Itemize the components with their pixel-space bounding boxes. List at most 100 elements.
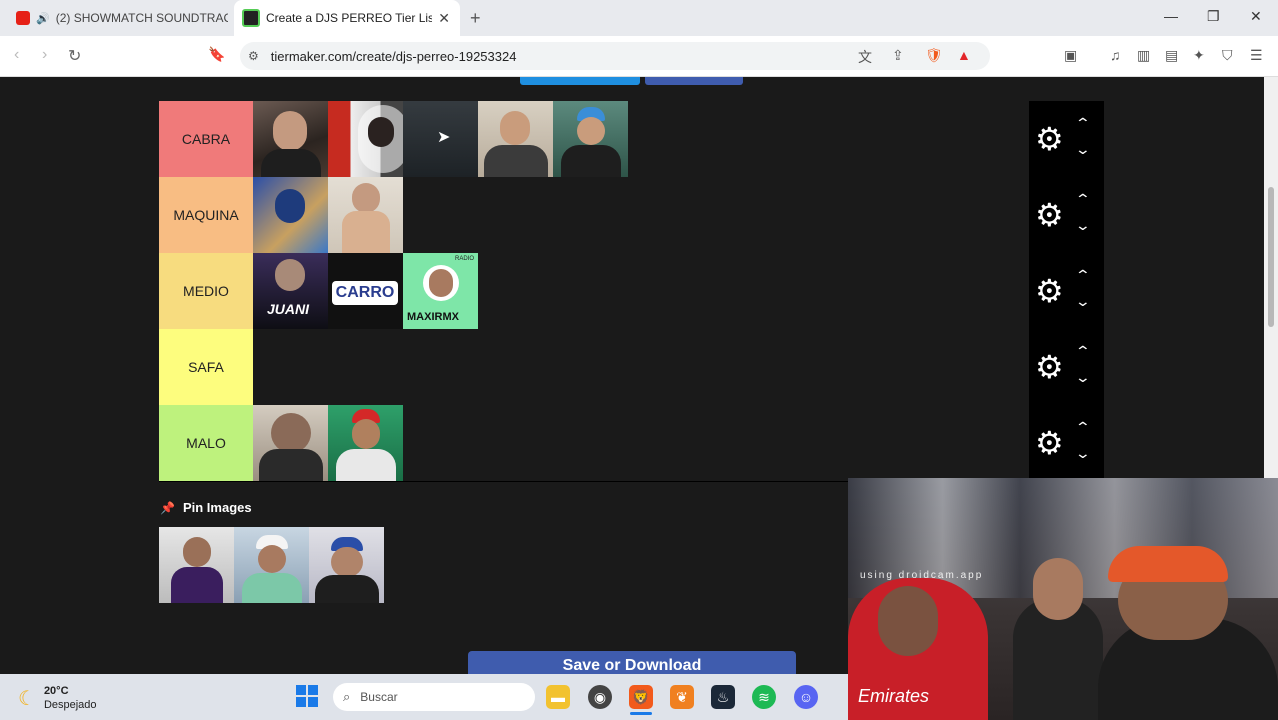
leo-ai-icon[interactable]: ✦ xyxy=(1193,47,1205,64)
url-text: tiermaker.com/create/djs-perreo-19253324 xyxy=(270,48,517,64)
fl-studio-icon[interactable]: ❦ xyxy=(670,685,694,709)
cursor-icon: ➤ xyxy=(437,129,451,146)
move-down-icon[interactable]: ⌄ xyxy=(1075,293,1091,310)
tier-controls: ⚙ ⌃ ⌄ xyxy=(1029,101,1104,177)
scrollbar-thumb[interactable] xyxy=(1268,187,1274,327)
dj-image[interactable] xyxy=(309,527,384,603)
dj-image[interactable]: RADIO MAXIRMX xyxy=(403,253,478,329)
gear-icon[interactable]: ⚙ xyxy=(1035,271,1064,311)
dj-image[interactable] xyxy=(234,527,309,603)
restore-icon[interactable]: ❐ xyxy=(1207,8,1220,25)
pin-images-header: 📌 Pin Images xyxy=(160,500,252,515)
discord-icon[interactable]: ☺ xyxy=(794,685,818,709)
brave-shields-icon[interactable]: 🛡 xyxy=(925,47,943,64)
brave-rewards-icon[interactable]: ▲ xyxy=(957,47,971,63)
move-up-icon[interactable]: ⌃ xyxy=(1075,419,1091,436)
menu-icon[interactable]: ☰ xyxy=(1250,47,1263,64)
minimize-icon[interactable]: — xyxy=(1164,8,1178,24)
tier-label[interactable]: SAFA xyxy=(159,329,253,405)
tab-youtube[interactable]: 🔊 (2) SHOWMATCH SOUNDTRACK xyxy=(8,0,228,36)
dj-image[interactable]: ➤ xyxy=(403,101,478,177)
tier-controls: ⚙ ⌃ ⌄ xyxy=(1029,177,1104,253)
tab-title: (2) SHOWMATCH SOUNDTRACK xyxy=(55,11,228,25)
droidcam-watermark: using droidcam.app xyxy=(860,570,984,581)
move-down-icon[interactable]: ⌄ xyxy=(1075,369,1091,386)
dj-image[interactable] xyxy=(253,405,328,481)
bookmark-icon[interactable]: 🔖 xyxy=(208,46,225,63)
taskbar-search[interactable]: ⌕ Buscar xyxy=(333,683,535,711)
tier-items xyxy=(253,177,403,253)
move-down-icon[interactable]: ⌄ xyxy=(1075,141,1091,158)
forward-icon[interactable]: › xyxy=(42,46,47,64)
pin-images-title: Pin Images xyxy=(182,500,252,515)
tier-items xyxy=(253,405,403,481)
move-down-icon[interactable]: ⌄ xyxy=(1075,217,1091,234)
tier-label[interactable]: CABRA xyxy=(159,101,253,177)
pin-images-pool xyxy=(159,527,384,603)
dj-image[interactable] xyxy=(253,101,328,177)
tier-row-malo: MALO ⚙ ⌃ ⌄ xyxy=(159,405,1104,482)
dj-image-text: RADIO xyxy=(455,256,475,262)
top-button-partial[interactable] xyxy=(520,77,640,85)
file-explorer-icon[interactable]: ▬ xyxy=(546,685,570,709)
share-icon[interactable]: ⇪ xyxy=(892,47,904,64)
gear-icon[interactable]: ⚙ xyxy=(1035,423,1064,463)
close-tab-icon[interactable]: ✕ xyxy=(438,10,450,27)
address-bar[interactable]: ⚙ tiermaker.com/create/djs-perreo-192533… xyxy=(240,42,990,70)
temperature: 20°C xyxy=(43,685,69,697)
windows-start-icon[interactable] xyxy=(296,685,318,707)
dj-image[interactable] xyxy=(328,177,403,253)
dj-image[interactable] xyxy=(328,101,403,177)
brave-icon[interactable]: 🦁 xyxy=(629,685,653,709)
weather-widget[interactable]: ☾ 20°C Despejado xyxy=(18,684,97,712)
webcam-person-head xyxy=(878,586,938,656)
tab-title: Create a DJS PERREO Tier List - T xyxy=(266,11,433,25)
move-up-icon[interactable]: ⌃ xyxy=(1075,343,1091,360)
reader-icon[interactable]: ▣ xyxy=(1064,47,1077,64)
dj-image[interactable] xyxy=(159,527,234,603)
close-window-icon[interactable]: ✕ xyxy=(1250,8,1262,25)
move-up-icon[interactable]: ⌃ xyxy=(1075,191,1091,208)
top-button-partial[interactable] xyxy=(645,77,743,85)
move-up-icon[interactable]: ⌃ xyxy=(1075,115,1091,132)
tab-tiermaker[interactable]: Create a DJS PERREO Tier List - T ✕ xyxy=(234,0,460,36)
search-icon: ⌕ xyxy=(343,689,351,704)
tier-label[interactable]: MEDIO xyxy=(159,253,253,329)
translate-icon[interactable]: 文 xyxy=(858,47,872,67)
webcam-person-head xyxy=(1033,558,1083,620)
vpn-icon[interactable]: ⛉ xyxy=(1222,47,1233,64)
media-icon[interactable]: ♫ xyxy=(1110,47,1121,63)
tier-label[interactable]: MAQUINA xyxy=(159,177,253,253)
tier-row-cabra: CABRA ➤ ⚙ ⌃ ⌄ xyxy=(159,101,1104,178)
tier-label[interactable]: MALO xyxy=(159,405,253,481)
gear-icon[interactable]: ⚙ xyxy=(1035,347,1064,387)
steam-icon[interactable]: ♨ xyxy=(711,685,735,709)
move-down-icon[interactable]: ⌄ xyxy=(1075,445,1091,462)
dj-image-text: JUANI xyxy=(267,301,310,317)
gear-icon[interactable]: ⚙ xyxy=(1035,119,1064,159)
site-info-icon[interactable]: ⚙ xyxy=(248,49,259,63)
dj-image[interactable] xyxy=(328,405,403,481)
dj-image[interactable] xyxy=(253,177,328,253)
tier-items: JUANI CARRO RADIO MAXIRMX xyxy=(253,253,478,329)
pin-icon: 📌 xyxy=(160,500,175,515)
move-up-icon[interactable]: ⌃ xyxy=(1075,267,1091,284)
wallet-icon[interactable]: ▤ xyxy=(1165,47,1178,64)
gear-icon[interactable]: ⚙ xyxy=(1035,195,1064,235)
reload-icon[interactable]: ↻ xyxy=(68,46,81,66)
obs-icon[interactable]: ◉ xyxy=(588,685,612,709)
dj-image[interactable] xyxy=(478,101,553,177)
dj-image-text: MAXIRMX xyxy=(407,311,459,323)
spotify-icon[interactable]: ≋ xyxy=(752,685,776,709)
new-tab-icon[interactable]: + xyxy=(470,8,481,29)
shirt-text: Emirates xyxy=(858,686,930,706)
speaker-icon[interactable]: 🔊 xyxy=(36,12,50,25)
dj-image[interactable]: CARRO xyxy=(328,253,403,329)
dj-image[interactable] xyxy=(553,101,628,177)
back-icon[interactable]: ‹ xyxy=(14,46,19,64)
webcam-cap xyxy=(1108,546,1228,582)
tiermaker-icon xyxy=(242,9,260,27)
search-placeholder: Buscar xyxy=(360,690,398,704)
dj-image[interactable]: JUANI xyxy=(253,253,328,329)
sidebar-icon[interactable]: ▥ xyxy=(1137,47,1150,64)
